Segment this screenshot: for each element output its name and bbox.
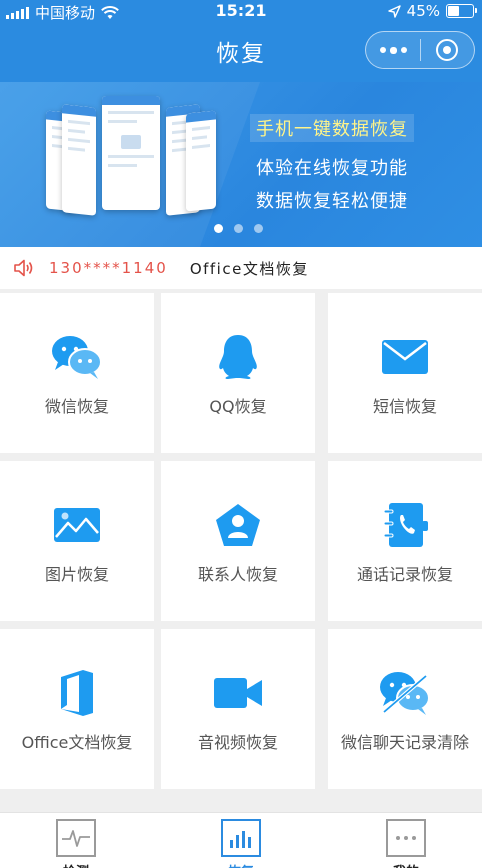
wechat-icon	[50, 333, 104, 381]
phone-mockup-center	[102, 96, 160, 210]
feature-label: 微信聊天记录清除	[340, 733, 469, 752]
battery-percent: 45%	[406, 2, 440, 20]
wechat-clear-icon	[378, 669, 432, 717]
carousel-dot[interactable]	[214, 224, 223, 233]
feature-label: 联系人恢复	[197, 565, 278, 584]
dot-icon	[379, 47, 386, 53]
tab-label: 恢复	[228, 861, 254, 868]
target-icon	[436, 39, 459, 61]
feature-contact-recovery[interactable]: 联系人恢复	[161, 461, 315, 621]
feature-label: QQ恢复	[209, 397, 267, 416]
phone-mockup-left	[62, 104, 96, 216]
bar-chart-icon	[221, 819, 261, 857]
feature-qq-recovery[interactable]: QQ恢复	[161, 293, 315, 453]
notice-bar[interactable]: 130****1140 Office文档恢复	[0, 247, 482, 289]
pulse-icon	[56, 819, 96, 857]
location-arrow-icon	[387, 4, 401, 18]
speaker-icon	[14, 259, 33, 277]
image-icon	[50, 501, 104, 549]
tab-label: 我的	[393, 861, 419, 868]
notice-phone: 130****1140	[49, 259, 168, 277]
mini-program-capsule	[365, 31, 475, 69]
feature-label: 图片恢复	[44, 565, 109, 584]
call-log-icon	[378, 501, 432, 549]
feature-audio-video-recovery[interactable]: 音视频恢复	[161, 629, 315, 789]
banner-subline: 体验在线恢复功能	[256, 158, 408, 179]
status-bar: 中国移动 15:21 45%	[0, 0, 482, 22]
notice-message: Office文档恢复	[189, 259, 309, 278]
tab-recover[interactable]: 恢复	[191, 819, 291, 868]
ellipsis-icon	[386, 819, 426, 857]
banner-subline: 数据恢复轻松便捷	[256, 191, 408, 212]
qq-icon	[211, 333, 265, 381]
office-icon	[50, 669, 104, 717]
feature-label: Office文档恢复	[21, 733, 133, 752]
video-camera-icon	[211, 669, 265, 717]
dot-icon	[389, 46, 397, 54]
feature-label: 音视频恢复	[197, 733, 278, 752]
tab-mine[interactable]: 我的	[356, 819, 456, 868]
feature-call-log-recovery[interactable]: 通话记录恢复	[328, 461, 482, 621]
carousel-indicator	[214, 224, 263, 233]
feature-label: 微信恢复	[44, 397, 109, 416]
carousel-dot[interactable]	[254, 224, 263, 233]
feature-photo-recovery[interactable]: 图片恢复	[0, 461, 154, 621]
promo-banner[interactable]: 手机一键数据恢复 体验在线恢复功能 数据恢复轻松便捷	[0, 82, 482, 247]
more-menu-button[interactable]	[366, 32, 420, 68]
battery-icon	[446, 4, 477, 18]
feature-sms-recovery[interactable]: 短信恢复	[328, 293, 482, 453]
contact-icon	[211, 501, 265, 549]
battery-fill	[448, 6, 459, 16]
feature-label: 短信恢复	[372, 397, 437, 416]
envelope-icon	[378, 333, 432, 381]
feature-office-recovery[interactable]: Office文档恢复	[0, 629, 154, 789]
close-mini-program-button[interactable]	[421, 32, 474, 68]
banner-headline: 手机一键数据恢复	[250, 114, 414, 142]
tab-detect[interactable]: 检测	[26, 819, 126, 868]
feature-wechat-chat-clear[interactable]: 微信聊天记录清除	[328, 629, 482, 789]
carousel-dot[interactable]	[234, 224, 243, 233]
navigation-header: 中国移动 15:21 45% 恢复	[0, 0, 482, 82]
tab-label: 检测	[63, 861, 89, 868]
bottom-tab-bar: 检测 恢复 我的	[0, 812, 482, 868]
feature-label: 通话记录恢复	[356, 565, 453, 584]
feature-wechat-recovery[interactable]: 微信恢复	[0, 293, 154, 453]
dot-icon	[400, 47, 407, 53]
phone-mockup-right-back	[186, 110, 216, 212]
